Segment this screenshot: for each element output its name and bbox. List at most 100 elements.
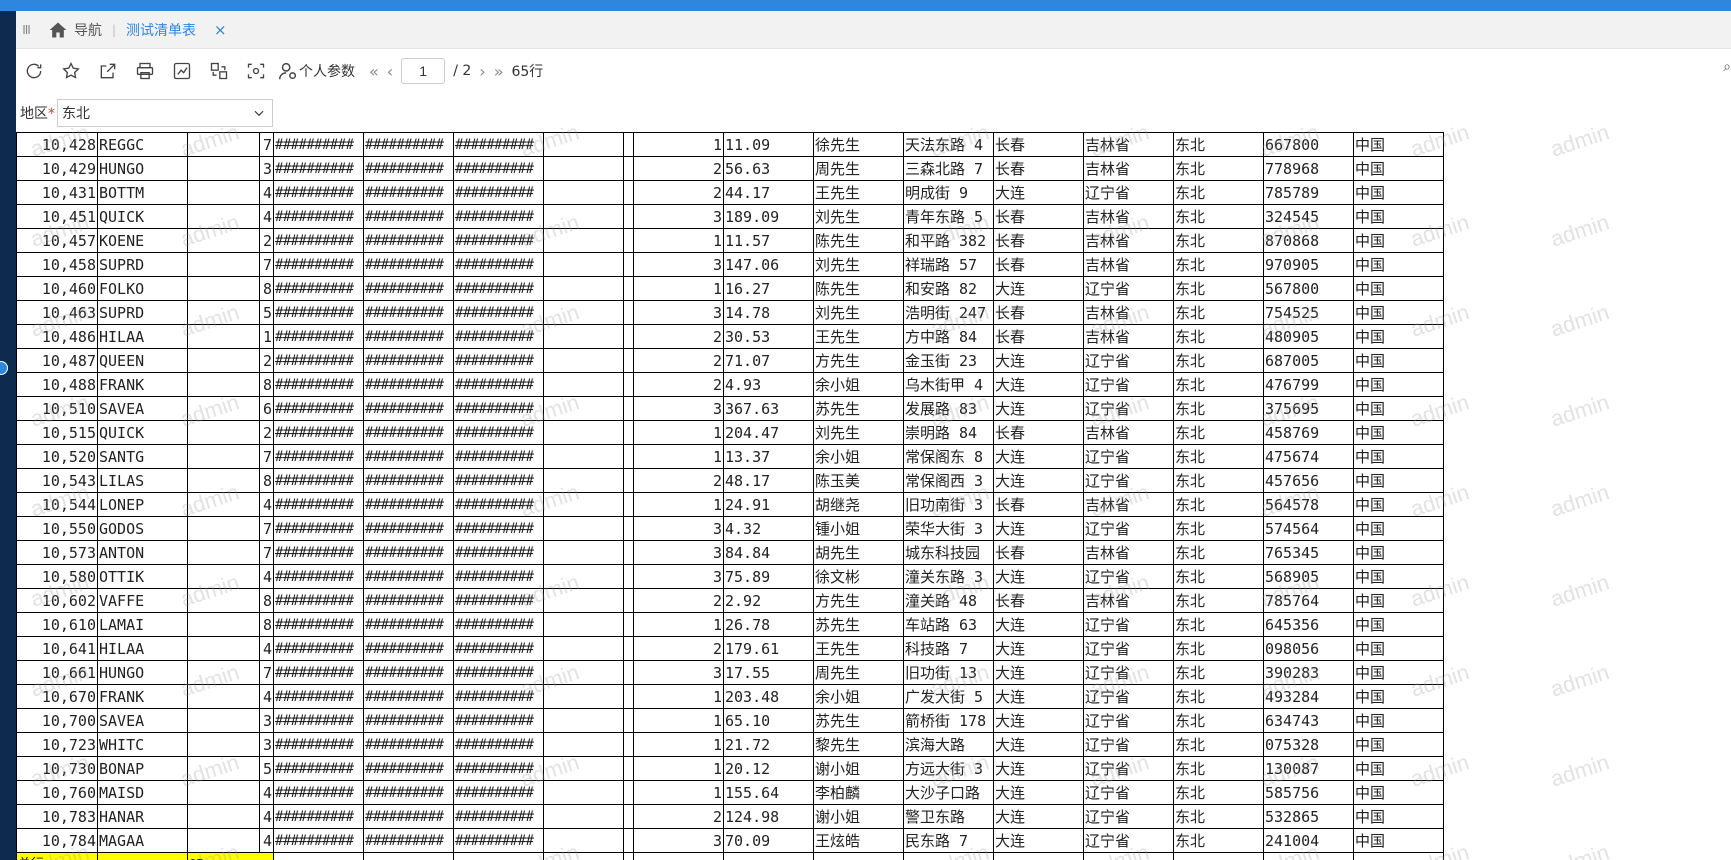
tab-home[interactable]: 导航 [48, 20, 102, 40]
table-cell: ########## [453, 420, 544, 445]
table-row[interactable]: 10,486 HILAA 1 ########## ########## ########… [16, 324, 1444, 349]
tab-test-list[interactable]: 测试清单表 [126, 20, 196, 40]
table-row[interactable]: 10,670 FRANK 4 ########## ########## ########… [16, 684, 1444, 709]
table-cell: ########## [273, 732, 364, 757]
table-cell: 2 [633, 372, 724, 397]
table-cell [187, 204, 260, 229]
table-row[interactable]: 10,580 OTTIK 4 ########## ########## ########… [16, 564, 1444, 589]
star-icon[interactable] [60, 60, 82, 82]
table-cell [187, 492, 260, 517]
table-cell [543, 180, 624, 205]
table-cell: 20.12 [723, 756, 814, 781]
table-row[interactable]: 10,428 REGGC 7 ########## ########## ########… [16, 132, 1444, 157]
table-cell: 1 [633, 228, 724, 253]
last-page-icon[interactable]: » [494, 62, 504, 81]
table-cell: 滨海大路 [903, 732, 994, 757]
table-row[interactable]: 10,730 BONAP 5 ########## ########## ########… [16, 756, 1444, 781]
table-cell: 中国 [1353, 276, 1444, 301]
next-page-icon[interactable]: › [479, 62, 485, 81]
personal-params-button[interactable]: 个人参数 [277, 60, 355, 82]
table-row[interactable]: 10,700 SAVEA 3 ########## ########## ########… [16, 708, 1444, 733]
table-row[interactable]: 10,487 QUEEN 2 ########## ########## ########… [16, 348, 1444, 373]
table-cell: 周先生 [813, 660, 904, 685]
table-cell: 10,486 [16, 324, 98, 349]
table-cell: 4 [259, 804, 274, 829]
table-row[interactable]: 10,457 KOENE 2 ########## ########## ########… [16, 228, 1444, 253]
table-cell: ########## [363, 588, 454, 613]
table-row[interactable]: 10,431 BOTTM 4 ########## ########## ########… [16, 180, 1444, 205]
page-number-input[interactable] [401, 58, 446, 84]
collapse-handle-icon[interactable] [0, 361, 8, 375]
total-spacer [97, 852, 188, 860]
table-row[interactable]: 10,610 LAMAI 8 ########## ########## ########… [16, 612, 1444, 637]
chart-icon[interactable] [171, 60, 193, 82]
table-cell: 长春 [993, 252, 1084, 277]
menu-icon[interactable]: III [16, 23, 36, 37]
table-cell: 10,451 [16, 204, 98, 229]
table-cell [187, 180, 260, 205]
close-icon[interactable]: × [214, 21, 227, 39]
export-icon[interactable] [97, 60, 119, 82]
table-cell: 10,520 [16, 444, 98, 469]
search-icon[interactable]: ⌕ [1723, 59, 1731, 75]
table-cell: 71.07 [723, 348, 814, 373]
table-cell: HUNGO [97, 156, 188, 181]
first-page-icon[interactable]: « [369, 62, 379, 81]
table-cell: 吉林省 [1083, 540, 1174, 565]
table-cell: 浩明街 247 [903, 300, 994, 325]
table-cell: 和平路 382 [903, 228, 994, 253]
table-cell: 警卫东路 [903, 804, 994, 829]
table-cell: 1 [633, 780, 724, 805]
table-cell: 10,550 [16, 516, 98, 541]
table-row[interactable]: 10,515 QUICK 2 ########## ########## ########… [16, 420, 1444, 445]
table-cell: ########## [363, 204, 454, 229]
table-row[interactable]: 10,550 GODOS 7 ########## ########## ########… [16, 516, 1444, 541]
table-cell: ########## [453, 732, 544, 757]
table-cell: 大连 [993, 756, 1084, 781]
table-row[interactable]: 10,543 LILAS 8 ########## ########## ########… [16, 468, 1444, 493]
switch-icon[interactable] [208, 60, 230, 82]
table-row[interactable]: 10,544 LONEP 4 ########## ########## ########… [16, 492, 1444, 517]
table-cell: FRANK [97, 684, 188, 709]
table-row[interactable]: 10,661 HUNGO 7 ########## ########## ########… [16, 660, 1444, 685]
refresh-icon[interactable] [23, 60, 45, 82]
table-cell: 东北 [1173, 180, 1264, 205]
table-row[interactable]: 10,463 SUPRD 5 ########## ########## ########… [16, 300, 1444, 325]
table-row[interactable]: 10,641 HILAA 4 ########## ########## ########… [16, 636, 1444, 661]
table-cell [623, 204, 634, 229]
prev-page-icon[interactable]: ‹ [387, 62, 393, 81]
table-cell: 方先生 [813, 588, 904, 613]
table-cell: ########## [273, 300, 364, 325]
table-cell: 大连 [993, 612, 1084, 637]
table-row[interactable]: 10,723 WHITC 3 ########## ########## ########… [16, 732, 1444, 757]
table-row[interactable]: 10,520 SANTG 7 ########## ########## ########… [16, 444, 1444, 469]
region-select[interactable]: 东北 [57, 99, 273, 127]
table-cell [187, 804, 260, 829]
print-icon[interactable] [134, 60, 156, 82]
table-row[interactable]: 10,488 FRANK 8 ########## ########## ########… [16, 372, 1444, 397]
table-row[interactable]: 10,784 MAGAA 4 ########## ########## ########… [16, 828, 1444, 853]
table-cell [187, 612, 260, 637]
table-row[interactable]: 10,602 VAFFE 8 ########## ########## ########… [16, 588, 1444, 613]
table-row[interactable]: 10,460 FOLKO 8 ########## ########## ########… [16, 276, 1444, 301]
table-row[interactable]: 10,760 MAISD 4 ########## ########## ########… [16, 780, 1444, 805]
settings-icon[interactable] [245, 60, 267, 82]
table-cell: ########## [273, 516, 364, 541]
table-cell: 大连 [993, 444, 1084, 469]
table-row[interactable]: 10,451 QUICK 4 ########## ########## ########… [16, 204, 1444, 229]
table-row[interactable]: 10,510 SAVEA 6 ########## ########## ########… [16, 396, 1444, 421]
table-cell: 黎先生 [813, 732, 904, 757]
table-cell: 17.55 [723, 660, 814, 685]
table-cell [543, 252, 624, 277]
table-cell: 10,543 [16, 468, 98, 493]
table-row[interactable]: 10,429 HUNGO 3 ########## ########## ########… [16, 156, 1444, 181]
table-cell [543, 348, 624, 373]
table-row[interactable]: 10,783 HANAR 4 ########## ########## ########… [16, 804, 1444, 829]
table-cell: 东北 [1173, 684, 1264, 709]
table-row[interactable]: 10,573 ANTON 7 ########## ########## ########… [16, 540, 1444, 565]
table-cell: 8 [259, 372, 274, 397]
table-cell: 13.37 [723, 444, 814, 469]
table-row[interactable]: 10,458 SUPRD 7 ########## ########## ########… [16, 252, 1444, 277]
table-cell: 辽宁省 [1083, 516, 1174, 541]
table-cell [623, 324, 634, 349]
